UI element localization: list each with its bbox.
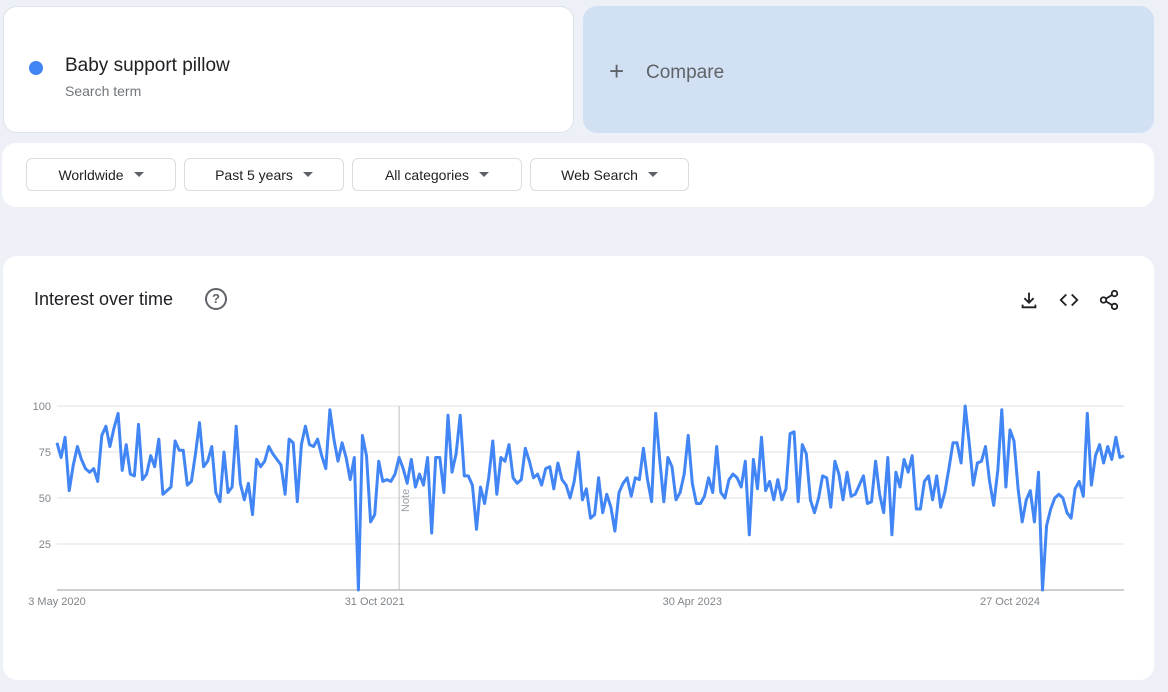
caret-down-icon xyxy=(302,172,313,177)
time-range-filter-label: Past 5 years xyxy=(215,166,293,183)
caret-down-icon xyxy=(479,172,490,177)
search-term-name[interactable]: Baby support pillow xyxy=(65,55,230,77)
search-type-filter-dropdown[interactable]: Web Search xyxy=(530,158,689,191)
y-tick-label: 100 xyxy=(33,401,51,413)
search-term-type: Search term xyxy=(65,83,142,99)
y-tick-label: 50 xyxy=(39,493,51,505)
note-marker-label[interactable]: Note xyxy=(400,489,412,512)
compare-button[interactable]: + Compare xyxy=(583,6,1154,133)
line-chart: 25 50 75 100 Note 3 May 2020 31 Oct 2021 30 A… xyxy=(28,401,1125,608)
x-tick-label: 31 Oct 2021 xyxy=(345,596,405,608)
location-filter-label: Worldwide xyxy=(58,166,124,183)
category-filter-label: All categories xyxy=(384,166,470,183)
y-tick-label: 75 xyxy=(39,447,51,459)
caret-down-icon xyxy=(647,172,658,177)
plus-icon: + xyxy=(609,56,625,86)
x-tick-label: 30 Apr 2023 xyxy=(663,596,722,608)
search-type-filter-label: Web Search xyxy=(561,166,638,183)
location-filter-dropdown[interactable]: Worldwide xyxy=(26,158,176,191)
category-filter-dropdown[interactable]: All categories xyxy=(352,158,522,191)
x-tick-label: 3 May 2020 xyxy=(28,596,85,608)
search-term-card[interactable]: Baby support pillow Search term xyxy=(3,6,574,133)
compare-label: Compare xyxy=(646,62,725,83)
interest-over-time-card: Interest over time ? 25 50 75 100 Note 3 Ma… xyxy=(3,256,1154,680)
time-range-filter-dropdown[interactable]: Past 5 years xyxy=(184,158,344,191)
series-color-dot xyxy=(29,61,43,75)
caret-down-icon xyxy=(133,172,144,177)
x-tick-label: 27 Oct 2024 xyxy=(980,596,1040,608)
filter-bar: Worldwide Past 5 years All categories We… xyxy=(2,143,1154,207)
y-tick-label: 25 xyxy=(39,539,51,551)
